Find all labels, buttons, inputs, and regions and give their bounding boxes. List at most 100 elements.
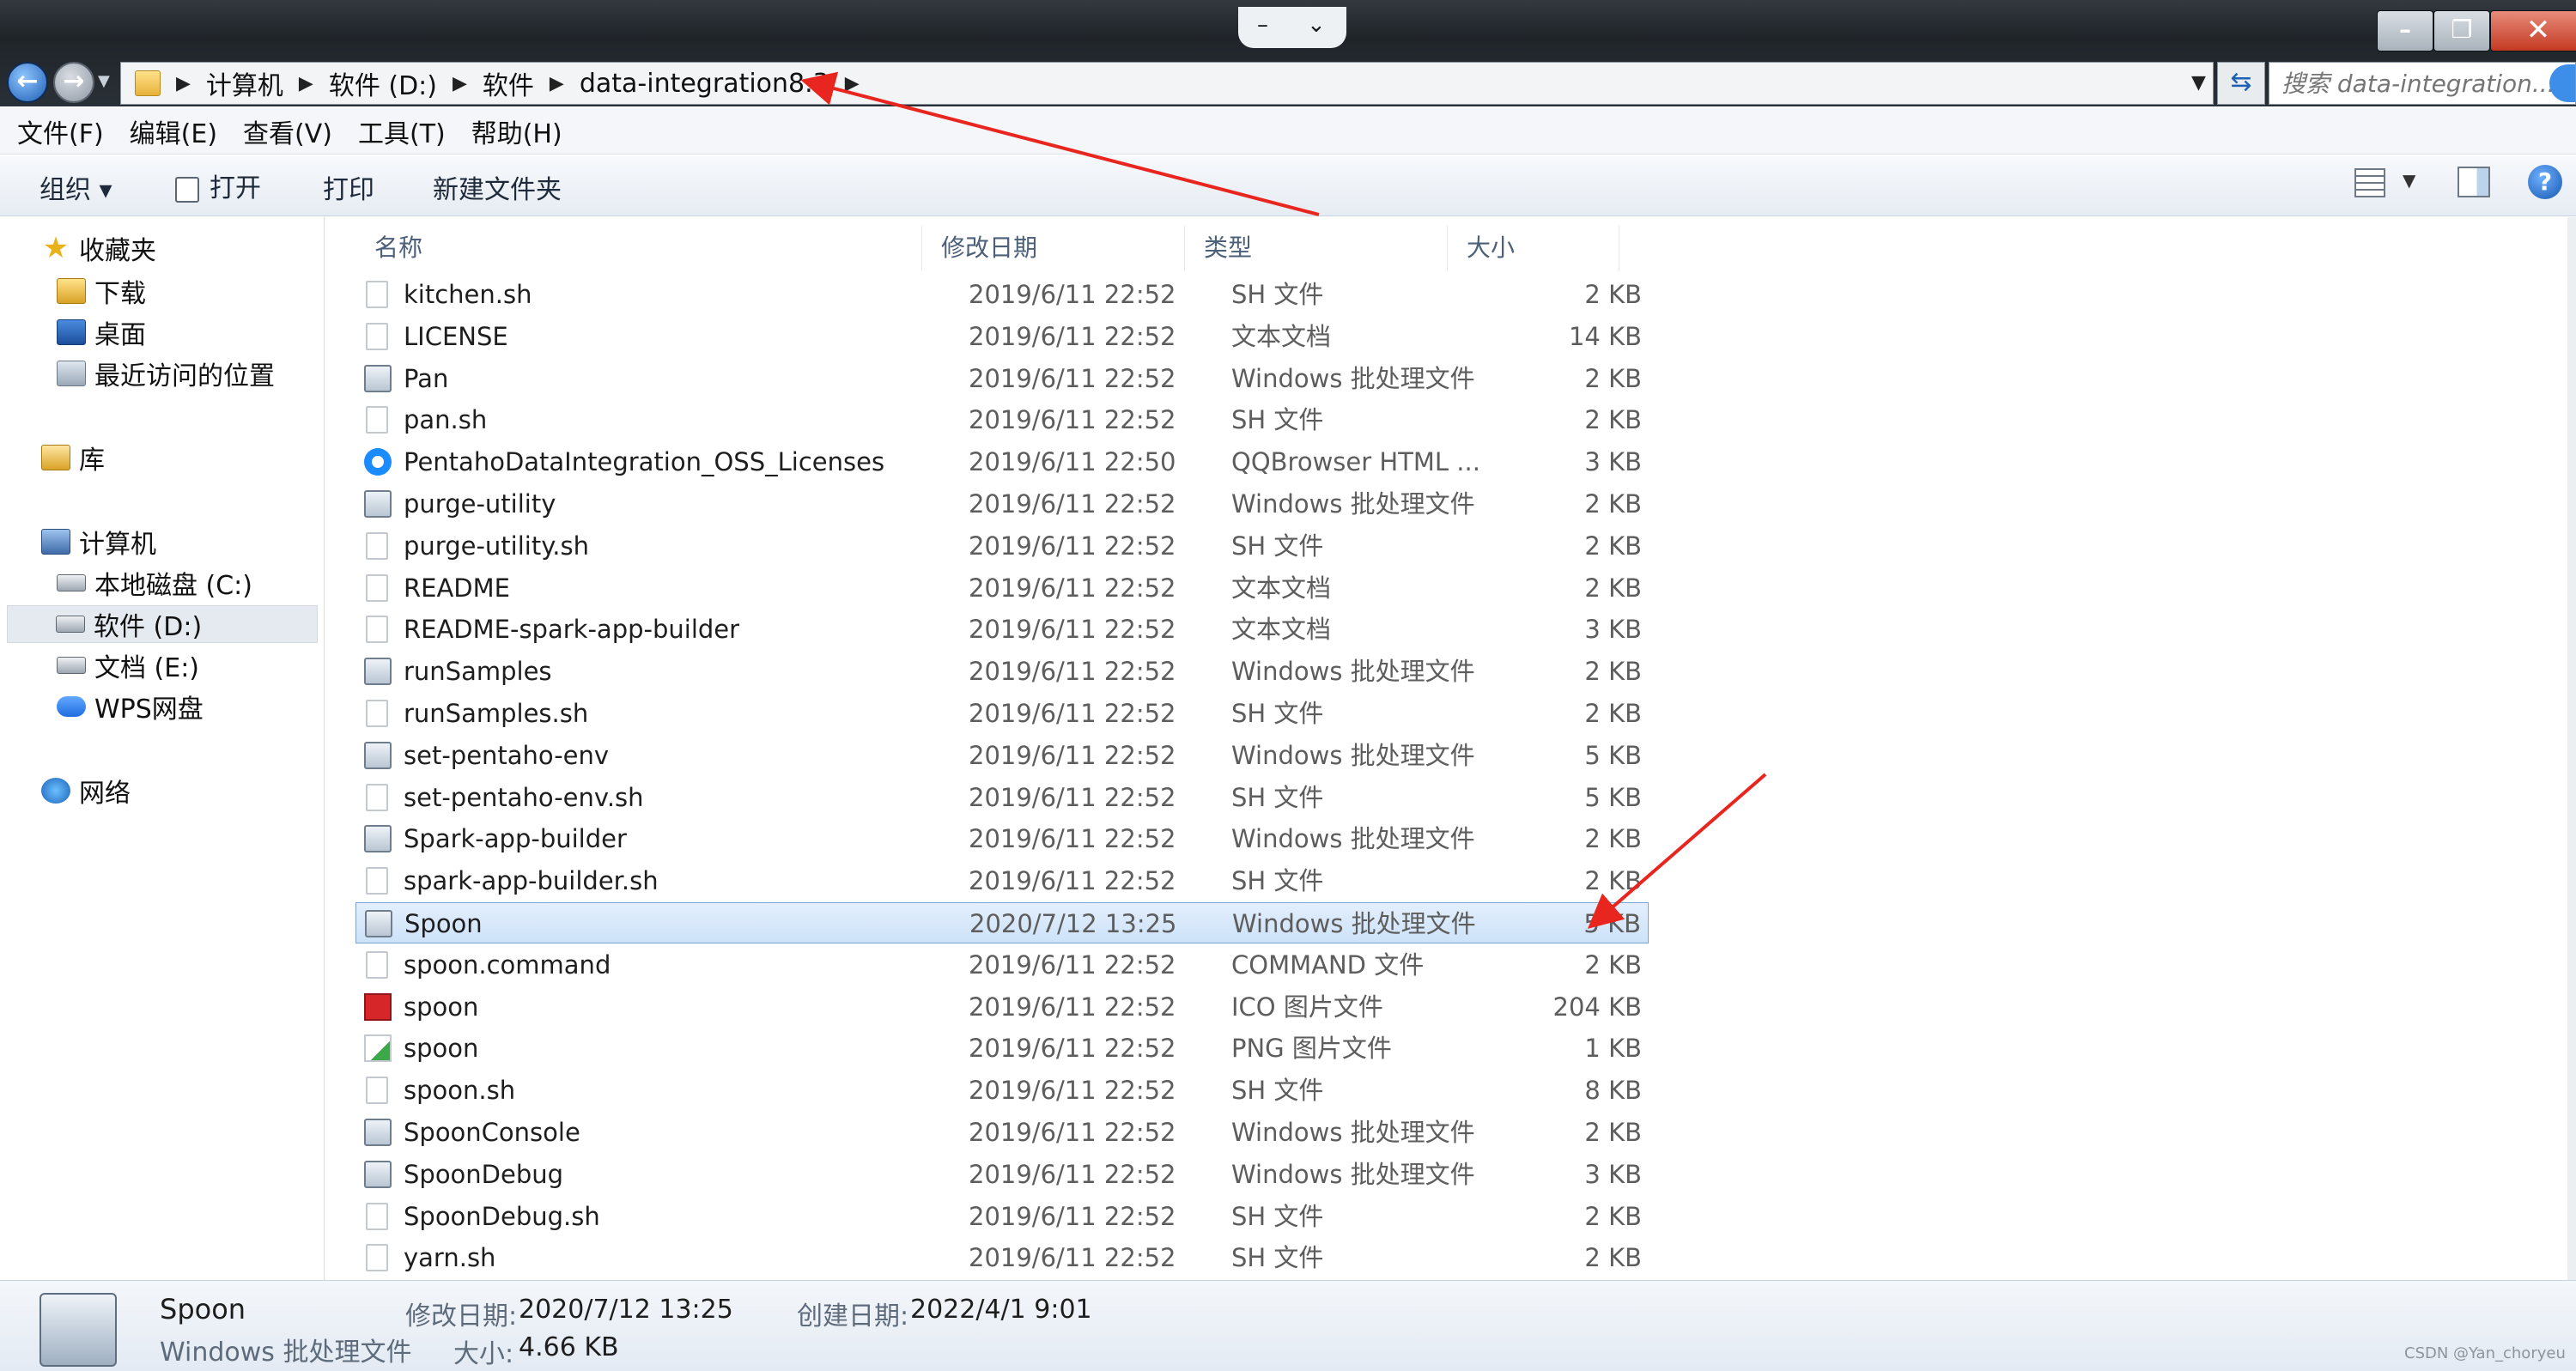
- view-dropdown-icon[interactable]: ▼: [2403, 170, 2415, 191]
- sidebar-item-downloads[interactable]: 下载: [57, 272, 146, 310]
- sidebar-item-libraries[interactable]: 库: [41, 439, 105, 476]
- table-row[interactable]: purge-utility 2019/6/11 22:52 Windows 批处理文…: [355, 483, 1649, 525]
- file-name: spoon: [404, 1034, 479, 1064]
- file-modified: 2019/6/11 22:52: [969, 405, 1176, 435]
- table-row[interactable]: SpoonConsole 2019/6/11 22:52 Windows 批处理文件…: [355, 1112, 1649, 1153]
- table-row[interactable]: runSamples.sh 2019/6/11 22:52 SH 文件 2 KB: [355, 693, 1649, 734]
- column-header-modified[interactable]: 修改日期: [922, 226, 1185, 270]
- search-input[interactable]: [2269, 63, 2575, 104]
- table-row[interactable]: pan.sh 2019/6/11 22:52 SH 文件 2 KB: [355, 399, 1649, 440]
- history-dropdown-icon[interactable]: ▼: [98, 72, 110, 90]
- sidebar-item-favorites[interactable]: ★ 收藏夹: [41, 229, 156, 267]
- table-row[interactable]: spoon.sh 2019/6/11 22:52 SH 文件 8 KB: [355, 1070, 1649, 1111]
- file-modified: 2019/6/11 22:52: [969, 740, 1176, 770]
- table-row[interactable]: set-pentaho-env 2019/6/11 22:52 Windows 批处…: [355, 735, 1649, 776]
- file-name: PentahoDataIntegration_OSS_Licenses: [404, 447, 885, 477]
- preview-pane-icon[interactable]: [2458, 167, 2490, 197]
- menu-view[interactable]: 查看(V): [243, 112, 332, 150]
- document-icon: [366, 700, 388, 727]
- column-header-size[interactable]: 大小: [1448, 226, 1619, 270]
- table-row[interactable]: spoon 2019/6/11 22:52 ICO 图片文件 204 KB: [355, 986, 1649, 1028]
- details-file-type: Windows 批处理文件: [160, 1338, 412, 1368]
- file-modified: 2019/6/11 22:52: [969, 1201, 1176, 1231]
- vertical-scrollbar[interactable]: [2567, 217, 2576, 1280]
- sidebar-item-computer[interactable]: 计算机: [41, 523, 156, 561]
- table-row[interactable]: yarn.sh 2019/6/11 22:52 SH 文件 2 KB: [355, 1237, 1649, 1278]
- sidebar-item-label: 桌面: [94, 320, 146, 350]
- navigation-pane: ★ 收藏夹 下载 桌面 最近访问的位置 库 计算机 本地磁盘 (C:) 软件 (D…: [0, 217, 325, 1280]
- breadcrumb-separator[interactable]: ▶: [845, 73, 860, 94]
- sidebar-item-label: 库: [79, 446, 105, 476]
- sidebar-item-network[interactable]: 网络: [41, 772, 131, 810]
- sidebar-item-label: 文档 (E:): [94, 653, 200, 683]
- file-name: SpoonDebug: [404, 1159, 564, 1189]
- batch-file-icon: [364, 364, 392, 392]
- table-row[interactable]: Pan 2019/6/11 22:52 Windows 批处理文件 2 KB: [355, 358, 1649, 399]
- breadcrumb-computer[interactable]: 计算机: [206, 64, 283, 102]
- browser-html-icon: [364, 448, 392, 476]
- column-header-type[interactable]: 类型: [1185, 226, 1448, 270]
- menu-help[interactable]: 帮助(H): [471, 112, 562, 150]
- menu-tools[interactable]: 工具(T): [358, 112, 446, 150]
- table-row-selected[interactable]: Spoon 2020/7/12 13:25 Windows 批处理文件 5 KB: [355, 902, 1649, 943]
- sidebar-item-desktop[interactable]: 桌面: [57, 313, 146, 351]
- table-row[interactable]: runSamples 2019/6/11 22:52 Windows 批处理文件 2 …: [355, 651, 1649, 692]
- cloud-icon: [57, 696, 86, 717]
- details-modified-value: 2020/7/12 13:25: [519, 1295, 733, 1325]
- column-header-name[interactable]: 名称: [355, 226, 922, 270]
- table-row[interactable]: SpoonDebug 2019/6/11 22:52 Windows 批处理文件 3 …: [355, 1154, 1649, 1195]
- menu-edit[interactable]: 编辑(E): [130, 112, 217, 150]
- breadcrumb-separator[interactable]: ▶: [550, 73, 564, 94]
- breadcrumb-separator[interactable]: ▶: [453, 73, 467, 94]
- minimize-button[interactable]: –: [2377, 10, 2433, 52]
- file-size: 2 KB: [1584, 657, 1642, 687]
- sidebar-item-wps-cloud[interactable]: WPS网盘: [57, 688, 204, 725]
- table-row[interactable]: LICENSE 2019/6/11 22:52 文本文档 14 KB: [355, 316, 1649, 357]
- sidebar-item-drive-c[interactable]: 本地磁盘 (C:): [57, 564, 252, 602]
- new-folder-button[interactable]: 新建文件夹: [433, 168, 562, 206]
- table-row[interactable]: README-spark-app-builder 2019/6/11 22:52 文…: [355, 609, 1649, 650]
- desktop-icon: [57, 319, 86, 345]
- file-type: Windows 批处理文件: [1231, 489, 1475, 519]
- address-dropdown-icon[interactable]: ▼: [2191, 72, 2206, 94]
- batch-file-icon: [364, 825, 392, 853]
- breadcrumb-software[interactable]: 软件: [483, 64, 534, 102]
- open-button[interactable]: 打开: [175, 167, 261, 204]
- breadcrumb-separator[interactable]: ▶: [176, 73, 191, 94]
- organize-button[interactable]: 组织 ▾: [39, 168, 112, 206]
- batch-file-icon: [364, 490, 392, 518]
- breadcrumb-drive-d[interactable]: 软件 (D:): [329, 64, 437, 102]
- back-button[interactable]: ←: [7, 62, 48, 103]
- table-row[interactable]: spoon 2019/6/11 22:52 PNG 图片文件 1 KB: [355, 1028, 1649, 1069]
- maximize-button[interactable]: ❐: [2433, 10, 2490, 52]
- table-row[interactable]: purge-utility.sh 2019/6/11 22:52 SH 文件 2 KB: [355, 525, 1649, 567]
- close-button[interactable]: ✕: [2490, 10, 2576, 52]
- document-icon: [366, 616, 388, 644]
- document-icon: [366, 573, 388, 602]
- table-row[interactable]: README 2019/6/11 22:52 文本文档 2 KB: [355, 567, 1649, 609]
- menu-file[interactable]: 文件(F): [17, 112, 104, 150]
- table-row[interactable]: kitchen.sh 2019/6/11 22:52 SH 文件 2 KB: [355, 274, 1649, 315]
- sidebar-item-drive-d[interactable]: 软件 (D:): [7, 605, 318, 643]
- file-modified: 2019/6/11 22:52: [969, 1243, 1176, 1273]
- sidebar-item-drive-e[interactable]: 文档 (E:): [57, 646, 199, 684]
- sidebar-item-recent-places[interactable]: 最近访问的位置: [57, 355, 275, 392]
- file-size: 2 KB: [1584, 280, 1642, 309]
- breadcrumb-separator[interactable]: ▶: [299, 73, 313, 94]
- table-row[interactable]: spark-app-builder.sh 2019/6/11 22:52 SH 文件…: [355, 860, 1649, 901]
- file-name: purge-utility: [404, 489, 556, 519]
- table-row[interactable]: set-pentaho-env.sh 2019/6/11 22:52 SH 文件 5 …: [355, 777, 1649, 818]
- search-box[interactable]: [2269, 62, 2576, 105]
- refresh-button[interactable]: ⇆: [2217, 62, 2265, 105]
- address-bar[interactable]: ▶ 计算机 ▶ 软件 (D:) ▶ 软件 ▶ data-integration8…: [120, 62, 2214, 105]
- table-row[interactable]: Spark-app-builder 2019/6/11 22:52 Windows …: [355, 818, 1649, 859]
- dock-tab[interactable]: – ⌄: [1238, 7, 1346, 48]
- table-row[interactable]: PentahoDataIntegration_OSS_Licenses 2019/…: [355, 441, 1649, 482]
- view-options-icon[interactable]: [2354, 168, 2385, 197]
- table-row[interactable]: SpoonDebug.sh 2019/6/11 22:52 SH 文件 2 KB: [355, 1196, 1649, 1237]
- forward-button[interactable]: →: [53, 62, 94, 103]
- breadcrumb-data-integration[interactable]: data-integration8.3: [580, 69, 829, 99]
- help-icon[interactable]: ?: [2528, 165, 2562, 199]
- print-button[interactable]: 打印: [323, 168, 374, 206]
- table-row[interactable]: spoon.command 2019/6/11 22:52 COMMAND 文件 2 …: [355, 944, 1649, 986]
